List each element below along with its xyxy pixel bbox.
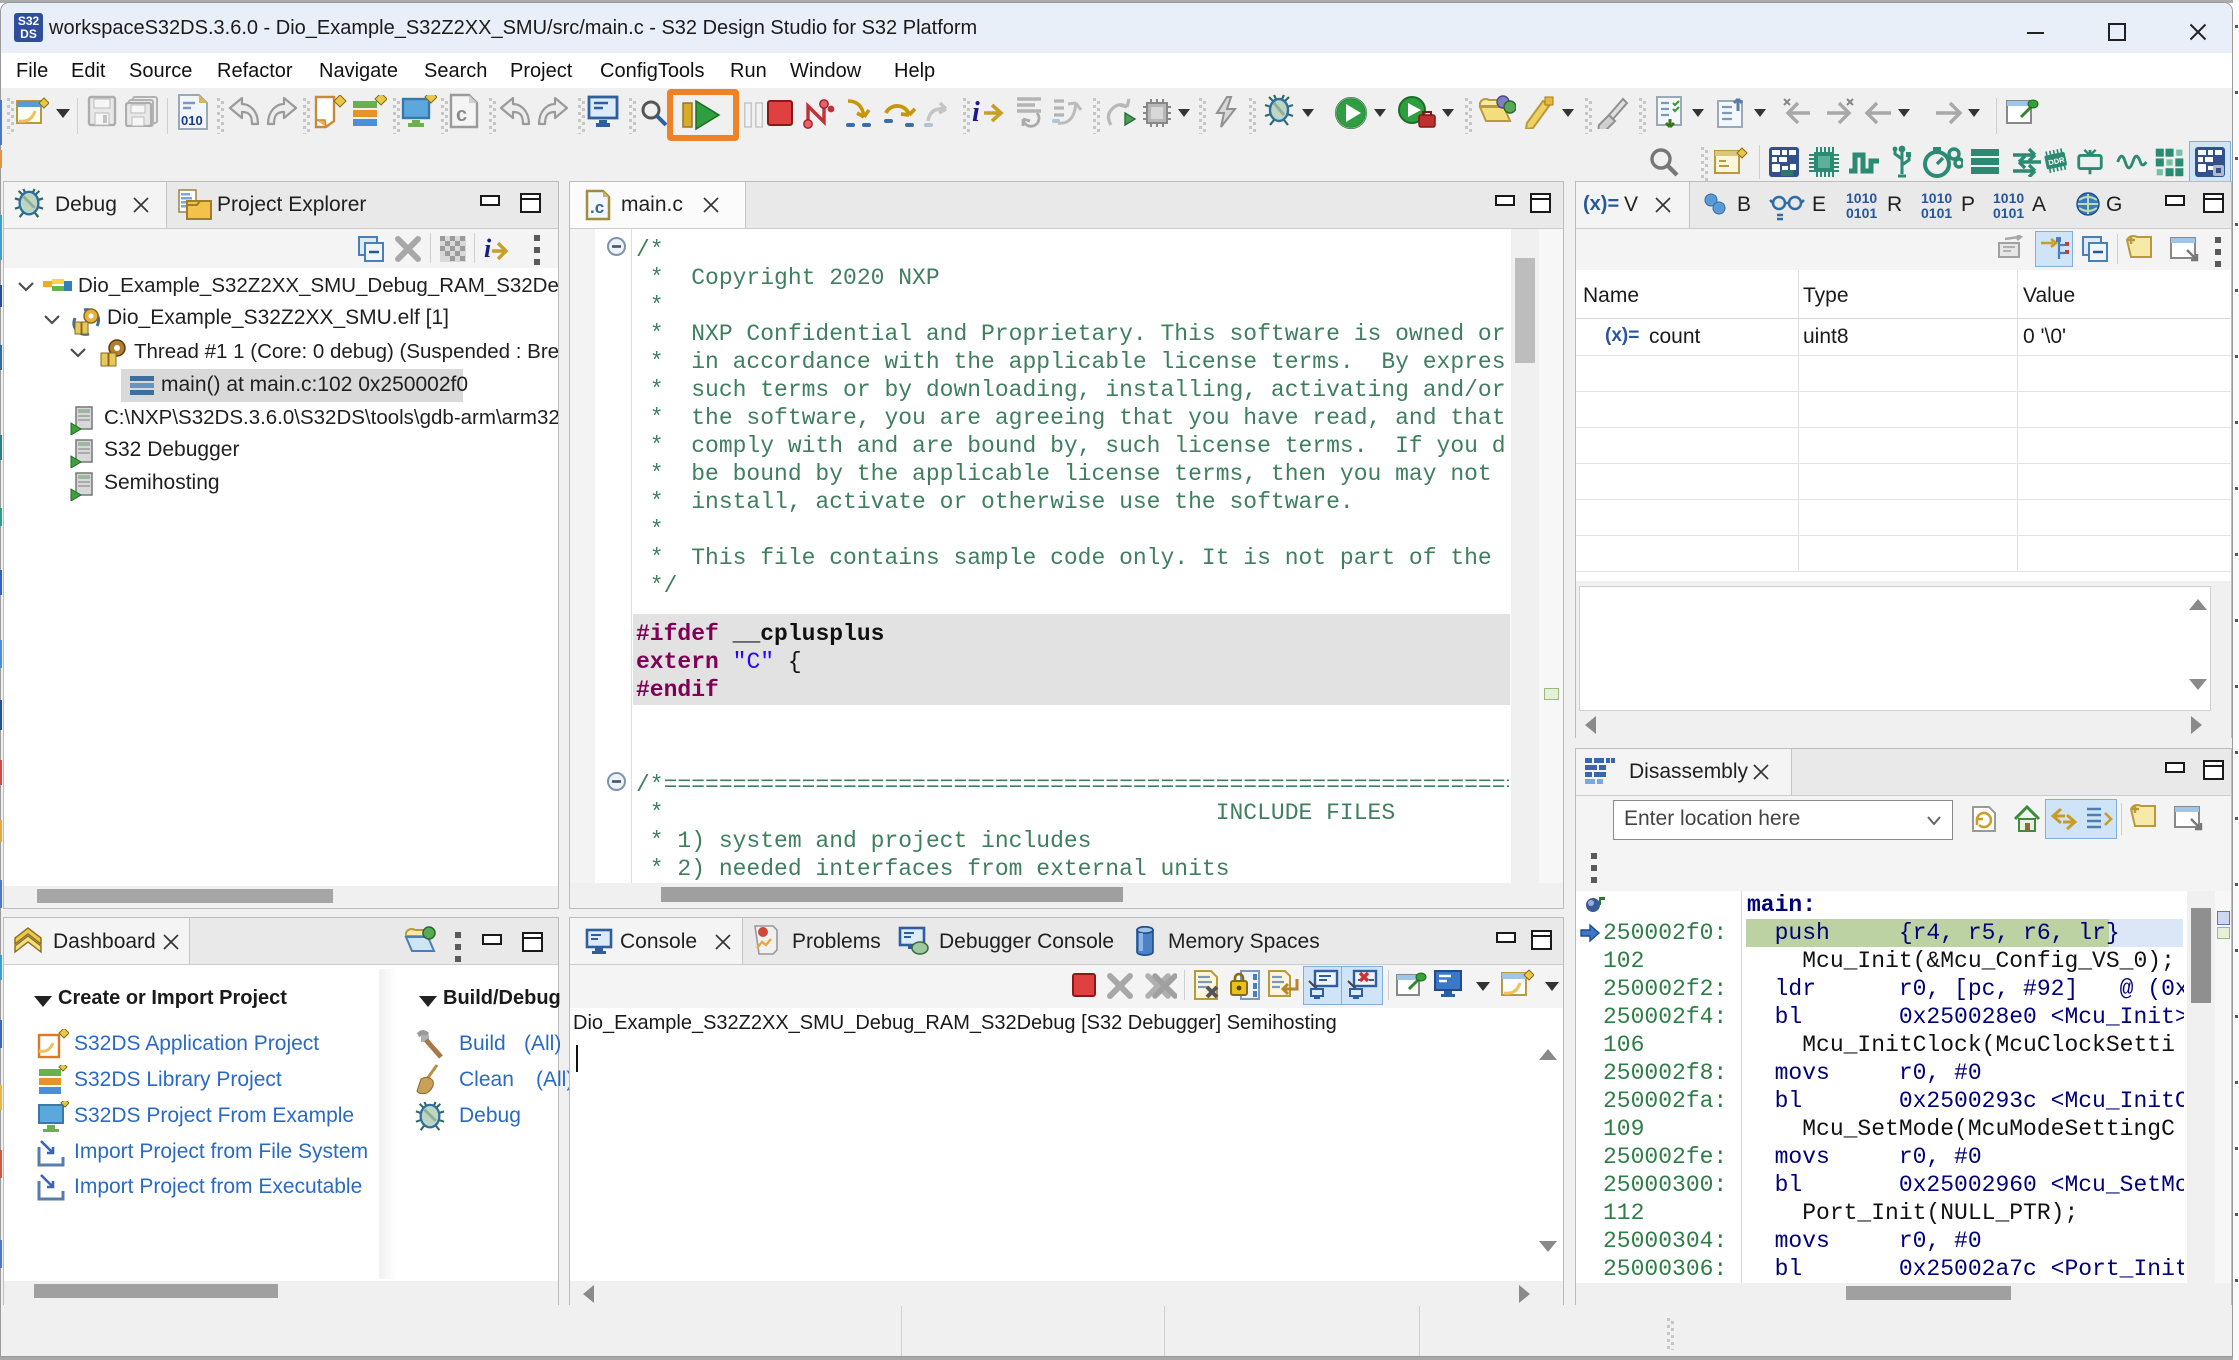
svg-text:010: 010 <box>181 113 203 128</box>
svg-text:c: c <box>456 104 467 126</box>
svg-text:i: i <box>972 97 980 128</box>
svg-text:i: i <box>484 234 492 263</box>
svg-text:.c: .c <box>590 198 604 217</box>
